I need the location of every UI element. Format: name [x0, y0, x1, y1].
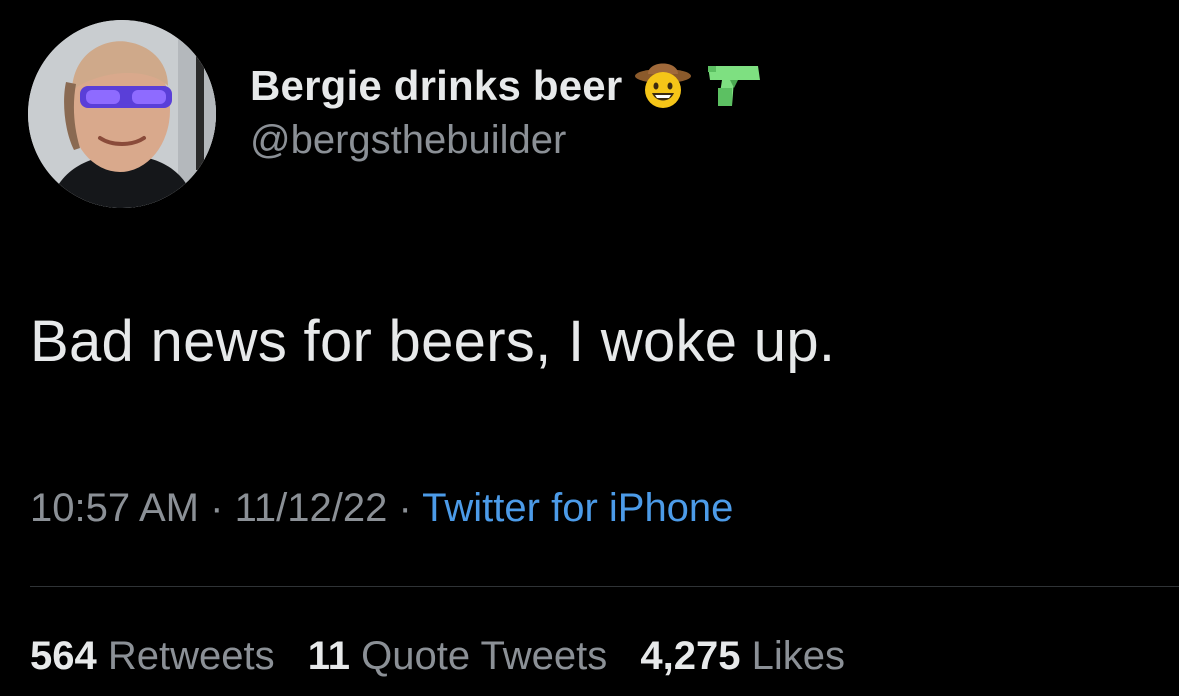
water-pistol-icon — [704, 58, 764, 115]
tweet-date[interactable]: 11/12/22 — [235, 486, 388, 530]
cowboy-hat-face-icon — [634, 58, 692, 115]
meta-separator: · — [210, 486, 224, 530]
likes-count: 4,275 — [640, 634, 741, 678]
avatar-photo — [28, 20, 216, 208]
divider — [30, 586, 1179, 587]
tweet-text: Bad news for beers, I woke up. — [30, 309, 836, 374]
retweets-count: 564 — [30, 634, 97, 678]
tweet-header: Bergie drinks beer @bergsthebuilder — [250, 58, 764, 163]
retweets-stat[interactable]: 564 Retweets — [30, 634, 275, 678]
quote-tweets-label: Quote Tweets — [361, 634, 608, 678]
likes-stat[interactable]: 4,275 Likes — [640, 634, 845, 678]
display-name[interactable]: Bergie drinks beer — [250, 62, 622, 110]
tweet-stats: 564 Retweets 11 Quote Tweets 4,275 Likes — [30, 634, 845, 679]
user-handle[interactable]: @bergsthebuilder — [250, 118, 764, 163]
tweet-time[interactable]: 10:57 AM — [30, 486, 199, 530]
likes-label: Likes — [751, 634, 845, 678]
quote-tweets-stat[interactable]: 11 Quote Tweets — [308, 634, 608, 678]
tweet-metadata: 10:57 AM · 11/12/22 · Twitter for iPhone — [30, 486, 733, 531]
retweets-label: Retweets — [107, 634, 275, 678]
tweet-source-link[interactable]: Twitter for iPhone — [422, 486, 733, 530]
name-row: Bergie drinks beer — [250, 58, 764, 114]
meta-separator: · — [398, 486, 412, 530]
tweet-detail: Bergie drinks beer @bergsthebuilder Bad … — [0, 0, 1179, 696]
quote-tweets-count: 11 — [307, 634, 351, 678]
avatar[interactable] — [28, 20, 216, 208]
